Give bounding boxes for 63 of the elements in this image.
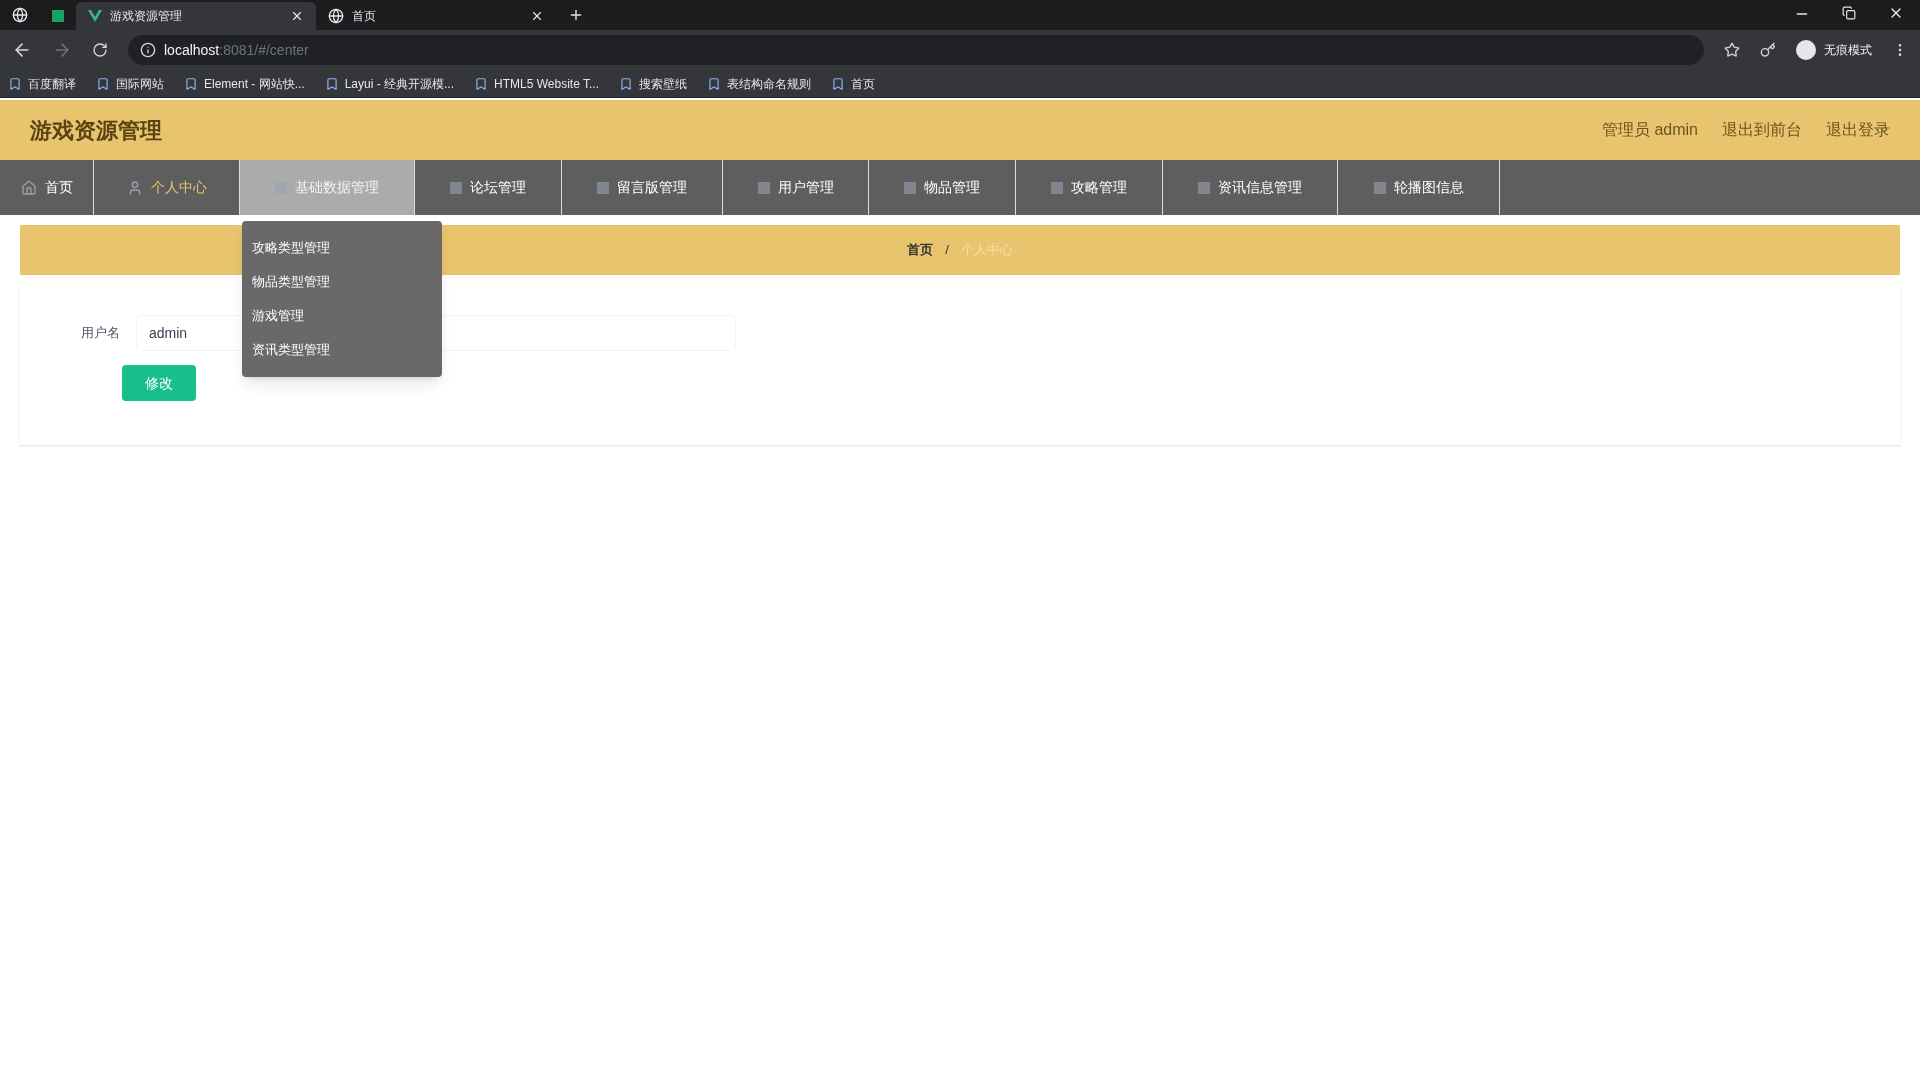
bookmark-icon: [8, 76, 22, 91]
info-icon: [140, 42, 156, 58]
bookmark-item[interactable]: 首页: [831, 74, 875, 93]
nav-item[interactable]: 物品管理: [869, 160, 1016, 215]
new-tab-icon[interactable]: [568, 7, 584, 23]
bookmark-item[interactable]: 搜索壁纸: [619, 74, 687, 93]
close-icon[interactable]: [290, 9, 304, 23]
menu-item-icon: [450, 181, 462, 194]
breadcrumb-item: 个人中心: [960, 241, 1013, 260]
header-link[interactable]: 管理员 admin: [1601, 118, 1698, 142]
bookmark-icon: [184, 76, 198, 91]
header-link[interactable]: 退出登录: [1826, 118, 1890, 142]
dropdown-item[interactable]: 攻略类型管理: [242, 231, 442, 265]
nav-item[interactable]: 攻略管理: [1016, 160, 1163, 215]
header-link[interactable]: 退出到前台: [1722, 118, 1802, 142]
menu-item-icon: [597, 181, 609, 194]
bookmark-item[interactable]: 国际网站: [96, 74, 164, 93]
nav-item[interactable]: 用户管理: [723, 160, 869, 215]
bookmark-icon: [619, 76, 633, 91]
tab-title: 游戏资源管理: [110, 8, 183, 25]
bookmark-icon: [831, 76, 845, 91]
nav-item[interactable]: 留言版管理: [562, 160, 723, 215]
globe-icon: [328, 8, 344, 24]
dropdown-item[interactable]: 资讯类型管理: [242, 333, 442, 367]
breadcrumb-item[interactable]: 首页: [907, 240, 934, 260]
breadcrumb-separator: /: [945, 241, 949, 260]
menu-item-icon: [1373, 181, 1386, 194]
reload-icon[interactable]: [92, 42, 108, 58]
bookmark-icon: [324, 76, 339, 91]
key-icon[interactable]: [1760, 42, 1776, 58]
nav-item[interactable]: 轮播图信息: [1338, 160, 1500, 215]
menu-item-icon: [1198, 181, 1210, 194]
menu-item-icon: [904, 181, 916, 194]
bookmark-icon: [96, 76, 110, 91]
url-field[interactable]: localhost:8081/#/center: [128, 35, 1704, 65]
nav-item[interactable]: 论坛管理: [415, 160, 562, 215]
bookmark-item[interactable]: 百度翻译: [8, 74, 76, 93]
url-text: localhost:8081/#/center: [164, 40, 309, 60]
bookmark-item[interactable]: Element - 网站快...: [184, 74, 305, 93]
nav-item[interactable]: 资讯信息管理: [1163, 160, 1338, 215]
bookmark-icon: [474, 76, 489, 91]
app-icon: [52, 10, 64, 22]
restore-icon[interactable]: [1842, 6, 1856, 20]
menu-item-icon: [1051, 181, 1063, 194]
dropdown-item[interactable]: 游戏管理: [242, 299, 442, 333]
app-title: 游戏资源管理: [30, 116, 163, 145]
profile-button[interactable]: 无痕模式: [1796, 40, 1872, 60]
globe-icon: [12, 7, 28, 23]
menu-item-icon: [757, 181, 770, 194]
field-label: 用户名: [80, 324, 120, 343]
bookmark-item[interactable]: HTML5 Website T...: [474, 74, 599, 93]
home-icon: [20, 179, 37, 196]
star-icon[interactable]: [1724, 42, 1740, 58]
bookmark-item[interactable]: 表结构命名规则: [707, 74, 811, 93]
v-logo-icon: [88, 10, 102, 22]
bookmark-item[interactable]: Layui - 经典开源模...: [324, 74, 455, 93]
tab-title: 首页: [352, 8, 377, 25]
close-icon[interactable]: [530, 9, 544, 23]
bookmark-icon: [707, 76, 721, 91]
nav-item[interactable]: 首页: [0, 160, 94, 215]
dropdown-item[interactable]: 物品类型管理: [242, 265, 442, 299]
browser-tab[interactable]: 首页: [316, 2, 556, 30]
browser-tab[interactable]: 游戏资源管理: [76, 2, 316, 30]
